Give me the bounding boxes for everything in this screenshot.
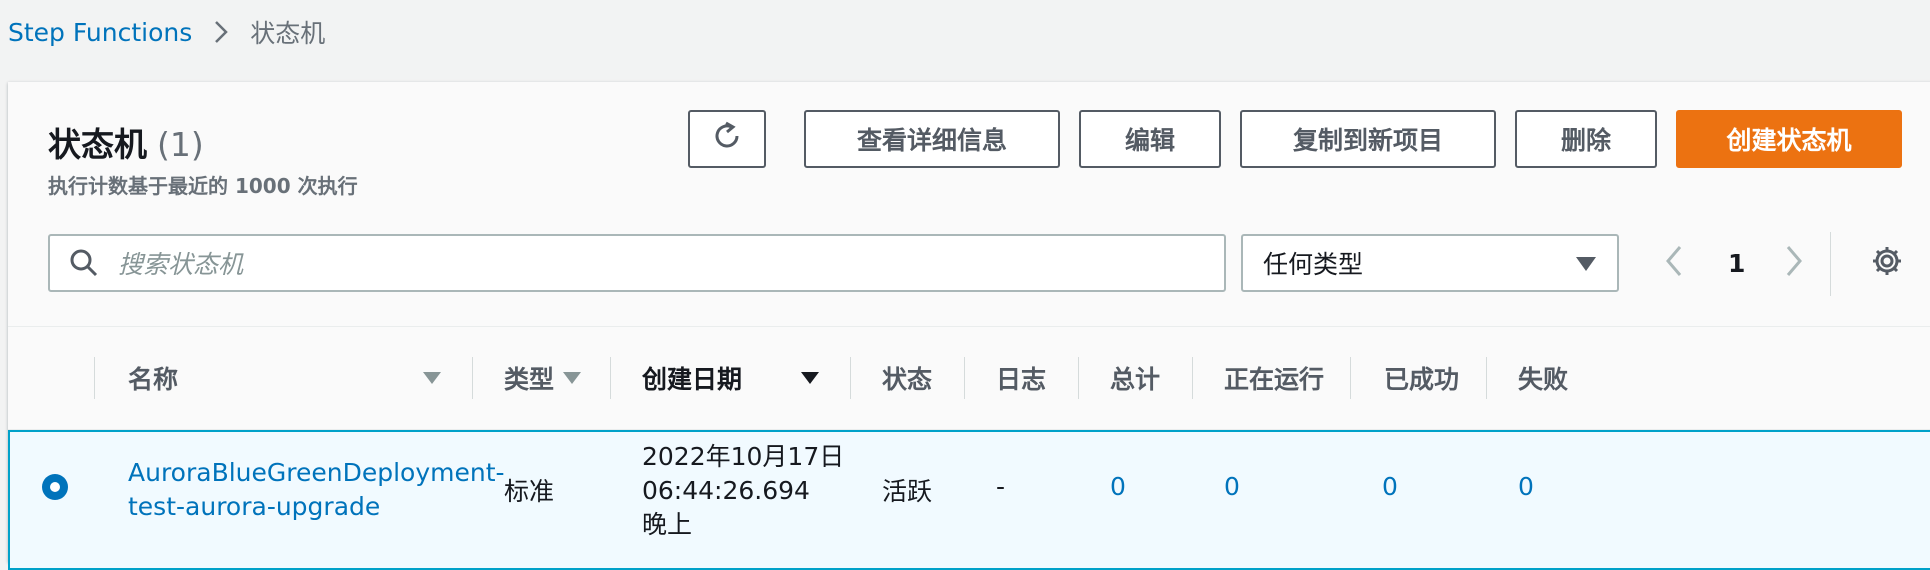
chevron-right-icon	[1784, 244, 1804, 282]
succeeded-count-link[interactable]: 0	[1382, 472, 1398, 501]
column-divider	[964, 357, 965, 399]
row-radio-selected[interactable]	[40, 472, 70, 508]
column-divider	[1192, 357, 1193, 399]
logs-cell: -	[996, 472, 1006, 501]
previous-page-button[interactable]	[1664, 234, 1684, 292]
create-state-machine-button[interactable]: 创建状态机	[1676, 110, 1902, 168]
panel-header: 状态机 (1) 执行计数基于最近的 1000 次执行 查看详细信息 编辑 复制到新…	[8, 82, 1930, 327]
refresh-icon	[711, 120, 743, 158]
edit-button[interactable]: 编辑	[1079, 110, 1221, 168]
column-divider	[850, 357, 851, 399]
breadcrumb-step-functions-link[interactable]: Step Functions	[8, 18, 192, 47]
sort-caret-icon[interactable]	[562, 327, 582, 429]
view-details-button[interactable]: 查看详细信息	[804, 110, 1060, 168]
column-header-created-date[interactable]: 创建日期	[642, 327, 742, 429]
name-line-1: AuroraBlueGreenDeployment-	[128, 458, 505, 487]
created-date-cell: 2022年10月17日 06:44:26.694 晚上	[642, 440, 844, 542]
table-row[interactable]: AuroraBlueGreenDeployment- test-aurora-u…	[8, 430, 1930, 570]
column-divider	[1486, 357, 1487, 399]
item-count: (1)	[157, 125, 204, 164]
column-header-type[interactable]: 类型	[504, 327, 554, 429]
date-line-2: 06:44:26.694	[642, 476, 810, 505]
failed-count-link[interactable]: 0	[1518, 472, 1534, 501]
refresh-button[interactable]	[688, 110, 766, 168]
breadcrumb-current: 状态机	[250, 19, 326, 48]
chevron-right-icon	[214, 20, 229, 44]
chevron-left-icon	[1664, 244, 1684, 282]
search-icon	[68, 247, 100, 279]
settings-button[interactable]	[1870, 234, 1904, 292]
divider	[1830, 232, 1831, 296]
column-header-failed[interactable]: 失败	[1518, 327, 1568, 429]
table-header: 名称 类型 创建日期 状态 日志 总计 正在运行 已成功 失败	[8, 327, 1930, 430]
date-line-1: 2022年10月17日	[642, 442, 845, 471]
type-filter-select[interactable]: 任何类型	[1241, 234, 1619, 292]
column-divider	[94, 357, 95, 399]
type-cell: 标准	[504, 477, 555, 506]
column-header-running[interactable]: 正在运行	[1224, 327, 1324, 429]
sort-descending-icon[interactable]	[800, 327, 820, 429]
next-page-button[interactable]	[1784, 234, 1804, 292]
column-divider	[1350, 357, 1351, 399]
column-header-name[interactable]: 名称	[128, 327, 178, 429]
column-header-total[interactable]: 总计	[1110, 327, 1160, 429]
status-cell: 活跃	[882, 477, 933, 506]
type-filter-value: 任何类型	[1263, 250, 1364, 279]
column-divider	[1078, 357, 1079, 399]
gear-icon	[1870, 244, 1904, 282]
sort-caret-icon[interactable]	[422, 327, 442, 429]
page-subtitle: 执行计数基于最近的 1000 次执行	[48, 174, 358, 198]
column-divider	[610, 357, 611, 399]
page-number[interactable]: 1	[1728, 234, 1745, 292]
running-count-link[interactable]: 0	[1224, 472, 1240, 501]
page-title: 状态机 (1)	[48, 118, 204, 166]
page-title-text: 状态机	[48, 125, 147, 164]
total-count-link[interactable]: 0	[1110, 472, 1126, 501]
delete-button[interactable]: 删除	[1515, 110, 1657, 168]
name-line-2: test-aurora-upgrade	[128, 492, 381, 521]
date-line-3: 晚上	[642, 510, 693, 539]
caret-down-icon	[1575, 249, 1597, 278]
breadcrumb: Step Functions 状态机	[8, 12, 325, 52]
column-header-logs[interactable]: 日志	[996, 327, 1046, 429]
column-header-status[interactable]: 状态	[882, 327, 932, 429]
search-input[interactable]: 搜索状态机	[48, 234, 1226, 292]
column-header-succeeded[interactable]: 已成功	[1384, 327, 1459, 429]
state-machines-panel: 状态机 (1) 执行计数基于最近的 1000 次执行 查看详细信息 编辑 复制到新…	[8, 82, 1930, 570]
copy-to-new-button[interactable]: 复制到新项目	[1240, 110, 1496, 168]
column-divider	[472, 357, 473, 399]
state-machine-name-link[interactable]: AuroraBlueGreenDeployment- test-aurora-u…	[128, 456, 505, 524]
search-placeholder: 搜索状态机	[118, 250, 244, 279]
